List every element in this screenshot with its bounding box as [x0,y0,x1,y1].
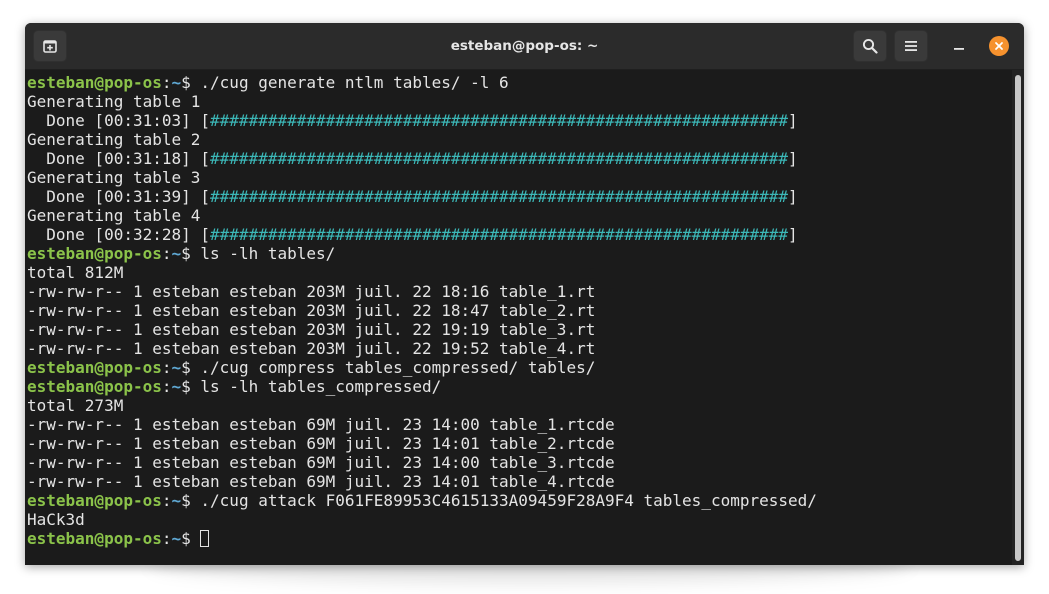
output-line: Generating table 1 [27,92,201,111]
output-line: total 273M [27,396,124,415]
minimize-button[interactable] [947,35,971,57]
progress-prefix: Done [00:32:28] [ [27,225,211,244]
output-line: -rw-rw-r-- 1 esteban esteban 203M juil. … [27,301,596,320]
progress-bar: ########################################… [210,111,788,130]
search-icon [862,38,878,54]
prompt-separator: : [161,358,172,377]
progress-prefix: Done [00:31:39] [ [27,187,211,206]
title-bar[interactable]: esteban@pop-os: ~ [25,23,1024,70]
prompt-symbol: $ [181,491,201,510]
prompt-user-host: esteban@pop-os [27,529,162,548]
output-line: Generating table 4 [27,206,201,225]
command-text: ./cug generate ntlm tables/ -l 6 [200,73,509,92]
terminal-window: esteban@pop-os: ~ esteban@pop-os:~$ ./cu… [25,23,1024,565]
progress-suffix: ] [788,187,798,206]
prompt-symbol: $ [181,358,201,377]
prompt-separator: : [161,529,172,548]
prompt-path: ~ [171,244,182,263]
progress-bar: ########################################… [210,187,788,206]
prompt-separator: : [161,244,172,263]
output-line: -rw-rw-r-- 1 esteban esteban 69M juil. 2… [27,472,615,491]
menu-button[interactable] [894,30,928,62]
prompt-path: ~ [171,358,182,377]
prompt-line: esteban@pop-os:~$ ls -lh tables_compress… [27,377,1010,396]
output-line: Generating table 2 [27,130,201,149]
prompt-line: esteban@pop-os:~$ [27,529,1010,548]
output-line: -rw-rw-r-- 1 esteban esteban 69M juil. 2… [27,434,615,453]
command-text: ./cug attack F061FE89953C4615133A09459F2… [200,491,817,510]
output-line: total 812M [27,263,124,282]
prompt-separator: : [161,73,172,92]
prompt-path: ~ [171,377,182,396]
prompt-user-host: esteban@pop-os [27,491,162,510]
command-text: ls -lh tables/ [200,244,336,263]
command-text: ls -lh tables_compressed/ [200,377,442,396]
output-line: -rw-rw-r-- 1 esteban esteban 203M juil. … [27,339,596,358]
prompt-user-host: esteban@pop-os [27,377,162,396]
output-line: Generating table 3 [27,168,201,187]
progress-line: Done [00:31:03] [#######################… [27,111,1010,130]
prompt-line: esteban@pop-os:~$ ls -lh tables/ [27,244,1010,263]
scrollbar[interactable] [1012,70,1024,565]
progress-prefix: Done [00:31:03] [ [27,111,211,130]
progress-bar: ########################################… [210,225,788,244]
progress-bar: ########################################… [210,149,788,168]
prompt-symbol: $ [181,244,201,263]
prompt-user-host: esteban@pop-os [27,358,162,377]
prompt-symbol: $ [181,73,201,92]
prompt-user-host: esteban@pop-os [27,244,162,263]
output-line: -rw-rw-r-- 1 esteban esteban 203M juil. … [27,320,596,339]
prompt-path: ~ [171,73,182,92]
command-text: ./cug compress tables_compressed/ tables… [200,358,596,377]
progress-line: Done [00:31:39] [#######################… [27,187,1010,206]
progress-suffix: ] [788,225,798,244]
prompt-symbol: $ [181,529,201,548]
scrollbar-thumb[interactable] [1015,75,1021,561]
prompt-path: ~ [171,491,182,510]
new-tab-button[interactable] [33,30,67,62]
hamburger-menu-icon [905,41,917,51]
output-line: HaCk3d [27,510,85,529]
prompt-symbol: $ [181,377,201,396]
prompt-line: esteban@pop-os:~$ ./cug compress tables_… [27,358,1010,377]
text-cursor [200,530,210,547]
new-tab-icon [43,40,57,53]
prompt-line: esteban@pop-os:~$ ./cug generate ntlm ta… [27,73,1010,92]
progress-suffix: ] [788,149,798,168]
output-line: -rw-rw-r-- 1 esteban esteban 69M juil. 2… [27,415,615,434]
minimize-icon [954,48,964,50]
prompt-path: ~ [171,529,182,548]
terminal-output[interactable]: esteban@pop-os:~$ ./cug generate ntlm ta… [27,73,1010,548]
prompt-user-host: esteban@pop-os [27,73,162,92]
prompt-line: esteban@pop-os:~$ ./cug attack F061FE899… [27,491,1010,510]
prompt-separator: : [161,491,172,510]
close-button[interactable] [989,36,1009,56]
terminal-area[interactable]: esteban@pop-os:~$ ./cug generate ntlm ta… [25,70,1024,565]
prompt-separator: : [161,377,172,396]
close-icon [995,42,1003,50]
output-line: -rw-rw-r-- 1 esteban esteban 203M juil. … [27,282,596,301]
progress-suffix: ] [788,111,798,130]
search-button[interactable] [853,30,887,62]
output-line: -rw-rw-r-- 1 esteban esteban 69M juil. 2… [27,453,615,472]
progress-line: Done [00:31:18] [#######################… [27,149,1010,168]
progress-prefix: Done [00:31:18] [ [27,149,211,168]
progress-line: Done [00:32:28] [#######################… [27,225,1010,244]
